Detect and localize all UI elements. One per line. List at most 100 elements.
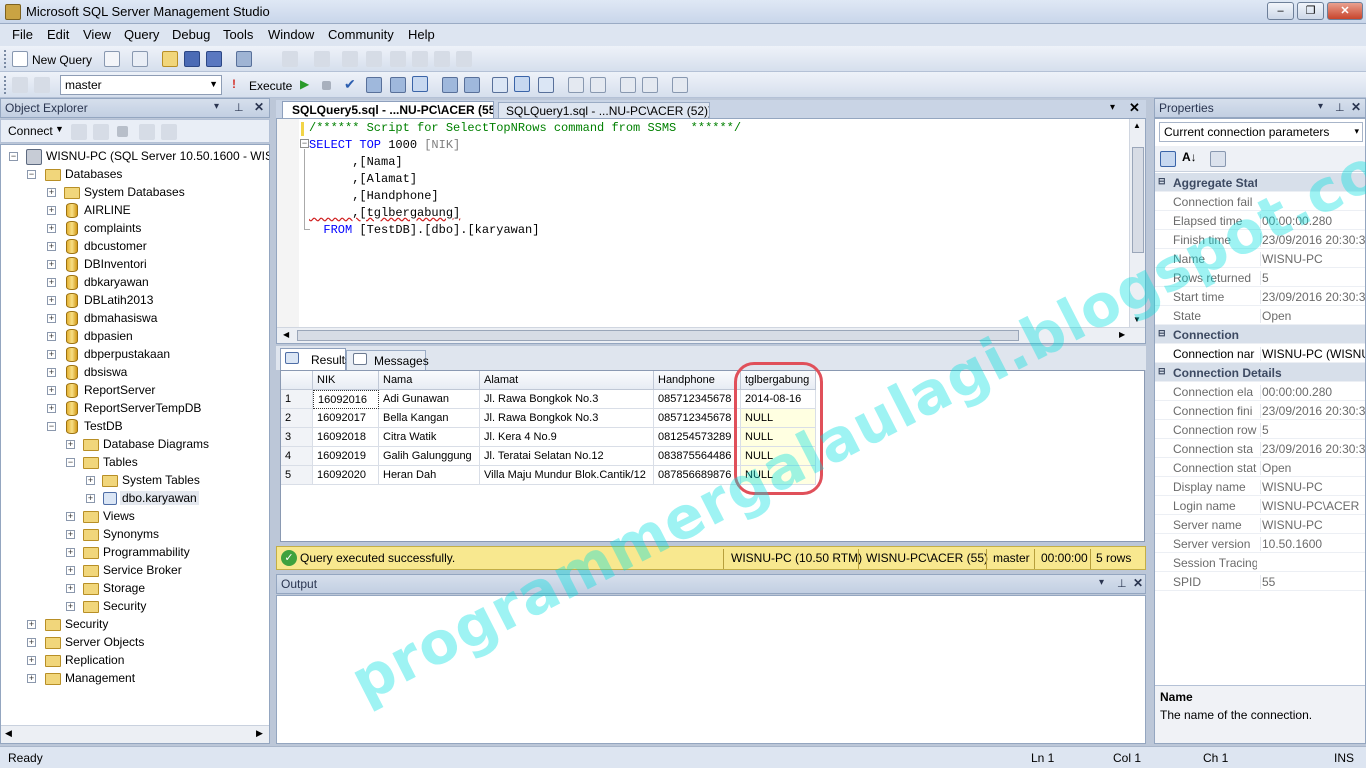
alphabetical-icon[interactable]: A↓ xyxy=(1182,150,1197,164)
dropdown-icon[interactable]: ▾ xyxy=(1099,577,1104,588)
new-query-button[interactable]: New Query xyxy=(32,53,92,67)
table-cell[interactable]: 085712345678 xyxy=(654,390,741,409)
tree-server-objects[interactable]: + Server Objects xyxy=(1,634,269,652)
property-row[interactable]: Connection nar WISNU-PC (WISNU- xyxy=(1155,344,1365,363)
change-connection-icon[interactable] xyxy=(34,77,50,93)
scroll-thumb[interactable] xyxy=(297,330,1019,341)
table-cell[interactable]: Villa Maju Mundur Blok.Cantik/12 xyxy=(480,466,654,485)
tree-database[interactable]: + DBInventori xyxy=(1,256,269,274)
property-row[interactable]: SPID 55 xyxy=(1155,572,1365,591)
row-number[interactable]: 1 xyxy=(281,390,313,409)
db-engine-query-icon[interactable] xyxy=(132,51,148,67)
property-row[interactable]: Connection fail xyxy=(1155,192,1365,211)
grid-col-nama[interactable]: Nama xyxy=(379,371,480,390)
tree-server[interactable]: − WISNU-PC (SQL Server 10.50.1600 - WISN… xyxy=(1,148,269,166)
property-row[interactable]: Start time 23/09/2016 20:30:38 xyxy=(1155,287,1365,306)
close-tab-icon[interactable]: ✕ xyxy=(1129,100,1140,116)
table-cell[interactable]: 16092019 xyxy=(313,447,379,466)
expand-icon[interactable]: + xyxy=(66,602,75,611)
expand-icon[interactable]: + xyxy=(27,638,36,647)
expand-icon[interactable]: + xyxy=(47,368,56,377)
refresh-icon[interactable] xyxy=(161,124,177,140)
template-params-icon[interactable] xyxy=(672,77,688,93)
results-to-text-icon[interactable] xyxy=(492,77,508,93)
open-file-icon[interactable] xyxy=(162,51,178,67)
collapse-icon[interactable]: ⊟ xyxy=(1158,176,1166,187)
expand-icon[interactable]: + xyxy=(47,278,56,287)
new-file-icon[interactable] xyxy=(104,51,120,67)
menu-file[interactable]: File xyxy=(12,27,33,42)
property-row[interactable]: Rows returned 5 xyxy=(1155,268,1365,287)
menu-community[interactable]: Community xyxy=(328,27,394,42)
tree-database[interactable]: + ReportServerTempDB xyxy=(1,400,269,418)
horizontal-scrollbar[interactable]: ◀ ▶ xyxy=(1,725,269,743)
property-row[interactable]: Connection fini 23/09/2016 20:30:38 xyxy=(1155,401,1365,420)
expand-icon[interactable]: + xyxy=(66,440,75,449)
scroll-down-icon[interactable]: ▼ xyxy=(1133,315,1141,324)
collapse-icon[interactable]: − xyxy=(66,458,75,467)
tree-database-testdb[interactable]: − TestDB xyxy=(1,418,269,436)
property-row[interactable]: Name WISNU-PC xyxy=(1155,249,1365,268)
tree-database[interactable]: + DBLatih2013 xyxy=(1,292,269,310)
parse-icon[interactable]: ✔ xyxy=(344,76,356,93)
table-cell[interactable]: Heran Dah xyxy=(379,466,480,485)
results-to-file-icon[interactable] xyxy=(538,77,554,93)
scroll-left-icon[interactable]: ◀ xyxy=(283,330,289,339)
scroll-left-icon[interactable]: ◀ xyxy=(5,728,12,739)
query-designer-icon[interactable] xyxy=(390,77,406,93)
tree-database[interactable]: + AIRLINE xyxy=(1,202,269,220)
scroll-right-icon[interactable]: ▶ xyxy=(256,728,263,739)
pin-icon[interactable]: ⊥ xyxy=(234,101,244,114)
table-cell[interactable]: 081254573289 xyxy=(654,428,741,447)
tree-service-broker[interactable]: + Service Broker xyxy=(1,562,269,580)
table-cell[interactable]: Adi Gunawan xyxy=(379,390,480,409)
pin-icon[interactable]: ⊥ xyxy=(1117,577,1127,590)
table-cell[interactable]: Citra Watik xyxy=(379,428,480,447)
expand-icon[interactable]: + xyxy=(47,188,56,197)
expand-icon[interactable]: + xyxy=(47,350,56,359)
expand-icon[interactable]: + xyxy=(27,656,36,665)
include-plan-icon[interactable] xyxy=(442,77,458,93)
expand-icon[interactable]: + xyxy=(27,620,36,629)
intellisense-icon[interactable] xyxy=(412,76,428,92)
categorized-icon[interactable] xyxy=(1160,151,1176,167)
tree-management[interactable]: + Management xyxy=(1,670,269,688)
table-cell[interactable]: Jl. Rawa Bongkok No.3 xyxy=(480,409,654,428)
table-cell[interactable]: 083875564486 xyxy=(654,447,741,466)
menu-tools[interactable]: Tools xyxy=(223,27,253,42)
horizontal-scrollbar[interactable]: ◀ ▶ xyxy=(277,327,1145,343)
collapse-icon[interactable]: − xyxy=(47,422,56,431)
tree-synonyms[interactable]: + Synonyms xyxy=(1,526,269,544)
minimize-button[interactable]: – xyxy=(1267,2,1294,20)
expand-icon[interactable]: + xyxy=(47,206,56,215)
outline-collapse-icon[interactable]: − xyxy=(300,139,309,148)
tree-replication[interactable]: + Replication xyxy=(1,652,269,670)
tree-database[interactable]: + dbsiswa xyxy=(1,364,269,382)
tree-tables[interactable]: − Tables xyxy=(1,454,269,472)
expand-icon[interactable]: + xyxy=(47,224,56,233)
property-row[interactable]: Server name WISNU-PC xyxy=(1155,515,1365,534)
property-row[interactable]: Login name WISNU-PC\ACER xyxy=(1155,496,1365,515)
dropdown-icon[interactable]: ▾ xyxy=(214,101,219,112)
filter-icon[interactable] xyxy=(139,124,155,140)
table-cell[interactable]: 16092020 xyxy=(313,466,379,485)
expand-icon[interactable]: + xyxy=(66,512,75,521)
comment-icon[interactable] xyxy=(568,77,584,93)
expand-icon[interactable]: + xyxy=(86,494,95,503)
close-pane-icon[interactable]: ✕ xyxy=(1351,100,1361,114)
expand-icon[interactable]: + xyxy=(47,260,56,269)
category-aggregate-status[interactable]: ⊟ Aggregate Status xyxy=(1155,173,1365,192)
property-pages-icon[interactable] xyxy=(1210,151,1226,167)
collapse-icon[interactable]: ⊟ xyxy=(1158,328,1166,339)
row-number[interactable]: 3 xyxy=(281,428,313,447)
expand-icon[interactable]: + xyxy=(47,296,56,305)
tree-database[interactable]: + ReportServer xyxy=(1,382,269,400)
activity-monitor-icon[interactable] xyxy=(236,51,252,67)
tree-databases[interactable]: − Databases xyxy=(1,166,269,184)
collapse-icon[interactable]: ⊟ xyxy=(1158,366,1166,377)
property-row[interactable]: Session Tracing xyxy=(1155,553,1365,572)
tree-storage[interactable]: + Storage xyxy=(1,580,269,598)
display-plan-icon[interactable] xyxy=(366,77,382,93)
disconnect-icon[interactable] xyxy=(71,124,87,140)
tab-sqlquery1[interactable]: SQLQuery1.sql - ...NU-PC\ACER (52))* xyxy=(498,102,710,118)
